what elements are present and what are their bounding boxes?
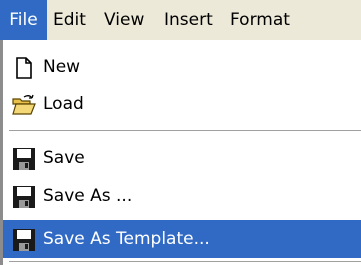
menu-separator	[9, 130, 361, 132]
menu-view[interactable]: View	[104, 0, 144, 40]
open-folder-icon	[12, 93, 36, 117]
menu-format[interactable]: Format	[230, 0, 290, 40]
menu-item-save-as-template[interactable]: Save As Template...	[3, 220, 361, 258]
menu-item-load[interactable]: Load	[3, 85, 361, 123]
menu-item-label: Save As Template...	[43, 229, 210, 249]
menu-bar: File Edit View Insert Format	[0, 0, 361, 40]
new-document-icon	[12, 56, 36, 80]
menu-item-save-as[interactable]: Save As ...	[3, 177, 361, 215]
menu-item-new[interactable]: New	[3, 48, 361, 86]
menu-item-save[interactable]: Save	[3, 139, 361, 177]
floppy-disk-icon	[12, 228, 36, 252]
menu-separator	[9, 261, 361, 263]
menu-item-label: Save As ...	[43, 186, 133, 206]
menu-item-label: Save	[43, 148, 85, 168]
menu-file[interactable]: File	[0, 0, 47, 40]
menu-insert[interactable]: Insert	[164, 0, 213, 40]
floppy-disk-icon	[12, 185, 36, 209]
floppy-disk-icon	[12, 147, 36, 171]
menu-item-label: Load	[43, 94, 84, 114]
menu-edit[interactable]: Edit	[53, 0, 86, 40]
menu-item-label: New	[43, 57, 81, 77]
file-menu-dropdown: New Load Save Save As ... Save As Templa…	[0, 40, 361, 265]
